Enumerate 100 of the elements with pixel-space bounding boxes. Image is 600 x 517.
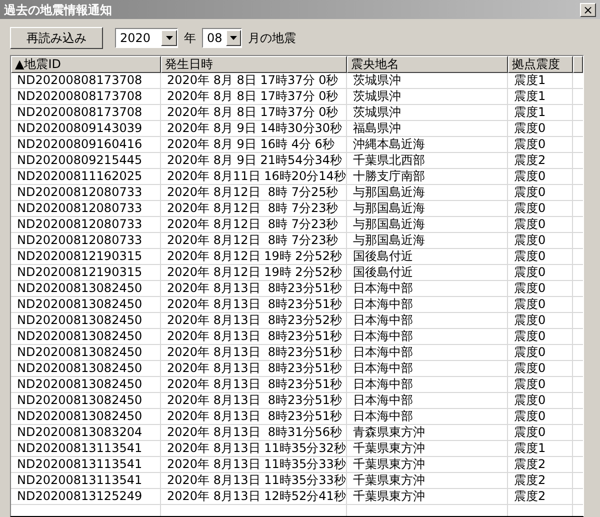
table-cell: 2020年 8月 9日 21時54分34秒: [161, 153, 347, 169]
table-cell: 十勝支庁南部: [347, 169, 508, 185]
table-cell: ND20200813113541: [11, 441, 161, 457]
table-cell: 2020年 8月13日 8時23分51秒: [161, 281, 347, 297]
table-cell: 震度0: [508, 425, 573, 441]
table-cell: 福島県沖: [347, 121, 508, 137]
table-cell: 震度0: [508, 297, 573, 313]
table-cell: ND20200813082450: [11, 345, 161, 361]
table-cell: ND20200812190315: [11, 249, 161, 265]
table-cell: 日本海中部: [347, 361, 508, 377]
table-cell: 茨城県沖: [347, 89, 508, 105]
table-cell: ND20200813082450: [11, 313, 161, 329]
table-cell: 与那国島近海: [347, 185, 508, 201]
column-header[interactable]: 発生日時: [161, 56, 347, 73]
table-cell: 震度0: [508, 265, 573, 281]
table-cell: 2020年 8月12日 8時 7分25秒: [161, 185, 347, 201]
month-dropdown[interactable]: 08: [202, 28, 242, 48]
table-cell: 震度0: [508, 281, 573, 297]
table-cell: 震度0: [508, 409, 573, 425]
reload-button[interactable]: 再読み込み: [10, 27, 103, 49]
table-cell: ND20200813083204: [11, 425, 161, 441]
column-header[interactable]: 震央地名: [347, 56, 508, 73]
table-cell: 震度0: [508, 185, 573, 201]
table-cell: 震度0: [508, 121, 573, 137]
table-cell: 2020年 8月12日 19時 2分52秒: [161, 265, 347, 281]
table-cell: 茨城県沖: [347, 105, 508, 121]
table-cell: ND20200808173708: [11, 89, 161, 105]
table-cell: 2020年 8月13日 8時23分52秒: [161, 313, 347, 329]
table-cell: 2020年 8月13日 8時23分51秒: [161, 297, 347, 313]
table-cell: 震度1: [508, 441, 573, 457]
table-cell: 2020年 8月12日 8時 7分23秒: [161, 201, 347, 217]
table-cell: 2020年 8月13日 12時52分41秒: [161, 489, 347, 505]
table-cell: ND20200809160416: [11, 137, 161, 153]
table-cell: 千葉県東方沖: [347, 473, 508, 489]
table-cell: 千葉県北西部: [347, 153, 508, 169]
table-cell: 日本海中部: [347, 393, 508, 409]
table-cell: 2020年 8月 8日 17時37分 0秒: [161, 89, 347, 105]
table-cell: 震度0: [508, 233, 573, 249]
year-label: 年: [184, 30, 196, 47]
table-cell: 震度2: [508, 489, 573, 505]
table-cell: ND20200813082450: [11, 329, 161, 345]
table-cell: 震度2: [508, 457, 573, 473]
table-cell: 千葉県東方沖: [347, 441, 508, 457]
table-cell: 震度0: [508, 249, 573, 265]
table-cell: 2020年 8月13日 8時23分51秒: [161, 345, 347, 361]
year-dropdown[interactable]: 2020: [115, 28, 178, 48]
table-cell: 沖縄本島近海: [347, 137, 508, 153]
table-cell: ND20200813082450: [11, 393, 161, 409]
table-cell: 震度0: [508, 137, 573, 153]
table-cell: 千葉県東方沖: [347, 457, 508, 473]
table-cell: ND20200813082450: [11, 281, 161, 297]
table-cell: 震度1: [508, 89, 573, 105]
close-button[interactable]: ×: [580, 2, 596, 16]
table-cell: 青森県東方沖: [347, 425, 508, 441]
table-cell: 2020年 8月11日 16時20分14秒: [161, 169, 347, 185]
table-cell: 2020年 8月12日 8時 7分23秒: [161, 233, 347, 249]
table-cell: 震度2: [508, 473, 573, 489]
table-cell: ND20200812080733: [11, 185, 161, 201]
table-cell: 2020年 8月13日 8時23分51秒: [161, 409, 347, 425]
table-cell: 与那国島近海: [347, 217, 508, 233]
table-cell: ND20200813082450: [11, 409, 161, 425]
table-cell: 震度0: [508, 217, 573, 233]
table-cell: ND20200813082450: [11, 361, 161, 377]
table-cell: 震度0: [508, 393, 573, 409]
table-cell: ND20200811162025: [11, 169, 161, 185]
table-cell: ND20200812080733: [11, 217, 161, 233]
table-cell: 震度1: [508, 73, 573, 89]
column-header[interactable]: 拠点震度: [508, 56, 573, 73]
table-cell: 震度0: [508, 313, 573, 329]
table-cell: 震度0: [508, 329, 573, 345]
table-cell: ND20200809215445: [11, 153, 161, 169]
table-cell: ND20200812080733: [11, 201, 161, 217]
window-title: 過去の地震情報通知: [4, 2, 112, 18]
table-cell: 震度1: [508, 105, 573, 121]
table-cell: 震度0: [508, 169, 573, 185]
table-cell: 2020年 8月12日 8時 7分23秒: [161, 217, 347, 233]
table-cell: 震度0: [508, 201, 573, 217]
table-cell: 日本海中部: [347, 409, 508, 425]
table-cell: 2020年 8月13日 8時23分51秒: [161, 329, 347, 345]
table-cell: 日本海中部: [347, 377, 508, 393]
table-cell: 2020年 8月13日 11時35分33秒: [161, 457, 347, 473]
table-cell: 2020年 8月13日 11時35分32秒: [161, 441, 347, 457]
table-cell: 2020年 8月 9日 14時30分30秒: [161, 121, 347, 137]
table-cell: 震度0: [508, 345, 573, 361]
table-cell: 2020年 8月 8日 17時37分 0秒: [161, 105, 347, 121]
table-cell: 千葉県東方沖: [347, 489, 508, 505]
table-cell: 日本海中部: [347, 281, 508, 297]
table-cell: 2020年 8月 9日 16時 4分 6秒: [161, 137, 347, 153]
table-cell: 国後島付近: [347, 265, 508, 281]
table-cell: 2020年 8月13日 11時35分33秒: [161, 473, 347, 489]
table-cell: 2020年 8月13日 8時23分51秒: [161, 377, 347, 393]
table-cell: ND20200812190315: [11, 265, 161, 281]
table-cell: 2020年 8月13日 8時23分51秒: [161, 361, 347, 377]
column-header[interactable]: ▲地震ID: [11, 56, 161, 73]
table-cell: ND20200813082450: [11, 377, 161, 393]
table-cell: 日本海中部: [347, 345, 508, 361]
table-cell: 2020年 8月13日 8時23分51秒: [161, 393, 347, 409]
table-cell: 国後島付近: [347, 249, 508, 265]
table-cell: 茨城県沖: [347, 73, 508, 89]
table-cell: 与那国島近海: [347, 201, 508, 217]
